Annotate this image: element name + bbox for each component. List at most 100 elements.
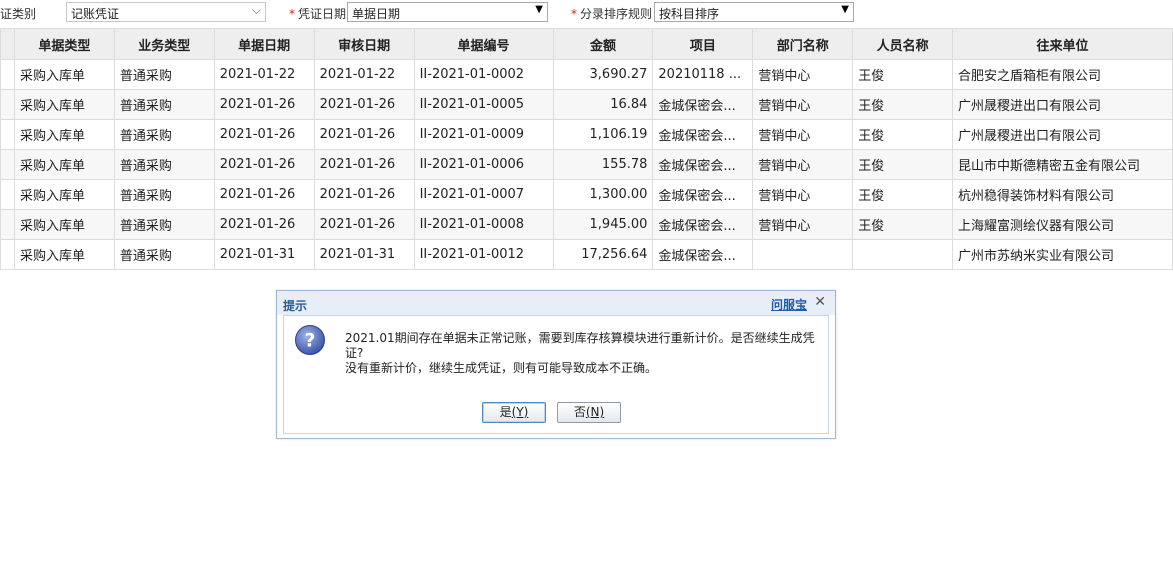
- table-cell: 采购入库单: [13, 59, 115, 90]
- table-cell: 王俊: [852, 149, 954, 180]
- required-mark: *: [571, 7, 577, 21]
- table-cell: 1,300.00: [552, 179, 654, 210]
- voucher-type-select[interactable]: 记账凭证 ⌵: [66, 2, 266, 22]
- sort-rule-select[interactable]: 按科目排序 ▼: [654, 2, 854, 22]
- table-cell: [852, 239, 954, 270]
- dialog-message: 2021.01期间存在单据未正常记账，需要到库存核算模块进行重新计价。是否继续生…: [345, 331, 815, 376]
- table-cell: 采购入库单: [13, 119, 115, 150]
- dropdown-arrow-icon: ▼: [841, 4, 849, 15]
- table-cell: 金城保密会...: [652, 89, 754, 120]
- dialog-header: 提示 问服宝 ✕: [277, 291, 835, 315]
- column-header[interactable]: 单据类型: [13, 28, 115, 60]
- documents-table: 单据类型 业务类型 单据日期 审核日期 单据编号 金额 项目 部门名称 人员名称…: [0, 28, 1173, 270]
- table-row[interactable]: 采购入库单 普通采购 2021-01-26 2021-01-26 II-2021-01-…: [0, 179, 1173, 210]
- table-cell: II-2021-01-0007: [413, 179, 554, 210]
- column-header[interactable]: 业务类型: [113, 28, 215, 60]
- column-header[interactable]: 单据日期: [213, 28, 315, 60]
- column-header[interactable]: 往来单位: [952, 28, 1173, 60]
- table-cell: 2021-01-26: [213, 209, 315, 240]
- table-cell: 2021-01-26: [213, 89, 315, 120]
- table-cell: 广州市苏纳米实业有限公司: [952, 239, 1173, 270]
- column-header[interactable]: 金额: [552, 28, 654, 60]
- table-cell: 普通采购: [113, 149, 215, 180]
- table-row[interactable]: 采购入库单 普通采购 2021-01-26 2021-01-26 II-2021-01-…: [0, 89, 1173, 120]
- table-cell: 2021-01-26: [313, 89, 415, 120]
- table-cell: 合肥安之盾箱柜有限公司: [952, 59, 1173, 90]
- table-cell: 广州晟稷进出口有限公司: [952, 119, 1173, 150]
- table-cell: II-2021-01-0009: [413, 119, 554, 150]
- dialog-body: ? 2021.01期间存在单据未正常记账，需要到库存核算模块进行重新计价。是否继…: [283, 315, 829, 434]
- column-header[interactable]: 项目: [652, 28, 754, 60]
- table-cell: 2021-01-26: [213, 179, 315, 210]
- table-cell: 3,690.27: [552, 59, 654, 90]
- row-selector[interactable]: [0, 119, 15, 150]
- table-cell: 2021-01-26: [313, 179, 415, 210]
- table-row[interactable]: 采购入库单 普通采购 2021-01-22 2021-01-22 II-2021-01-…: [0, 59, 1173, 90]
- table-cell: 普通采购: [113, 209, 215, 240]
- table-cell: 金城保密会...: [652, 119, 754, 150]
- chevron-down-icon: ⌵: [251, 3, 261, 17]
- table-cell: 金城保密会...: [652, 239, 754, 270]
- row-selector[interactable]: [0, 59, 15, 90]
- close-icon[interactable]: ✕: [814, 294, 826, 310]
- table-cell: 营销中心: [752, 209, 854, 240]
- voucher-date-value: 单据日期: [352, 7, 401, 21]
- row-selector[interactable]: [0, 179, 15, 210]
- table-header-row: 单据类型 业务类型 单据日期 审核日期 单据编号 金额 项目 部门名称 人员名称…: [0, 28, 1173, 60]
- table-cell: 普通采购: [113, 119, 215, 150]
- table-cell: 采购入库单: [13, 149, 115, 180]
- sort-rule-label: * 分录排序规则: [571, 7, 653, 21]
- table-row[interactable]: 采购入库单 普通采购 2021-01-26 2021-01-26 II-2021-01-…: [0, 149, 1173, 180]
- table-cell: 2021-01-31: [213, 239, 315, 270]
- table-cell: 上海耀富测绘仪器有限公司: [952, 209, 1173, 240]
- table-cell: 王俊: [852, 59, 954, 90]
- table-cell: 20210118 ...: [652, 59, 754, 90]
- row-selector[interactable]: [0, 149, 15, 180]
- table-cell: 杭州稳得装饰材料有限公司: [952, 179, 1173, 210]
- table-row[interactable]: 采购入库单 普通采购 2021-01-26 2021-01-26 II-2021-01-…: [0, 119, 1173, 150]
- table-cell: 2021-01-26: [213, 119, 315, 150]
- filter-bar: 证类别 记账凭证 ⌵ * 凭证日期 单据日期 ▼ * 分录排序规则 按科目排序 ▼: [0, 0, 1173, 26]
- table-cell: 17,256.64: [552, 239, 654, 270]
- confirm-dialog: 提示 问服宝 ✕ ? 2021.01期间存在单据未正常记账，需要到库存核算模块进…: [276, 290, 836, 439]
- table-cell: 普通采购: [113, 179, 215, 210]
- help-link[interactable]: 问服宝: [771, 296, 807, 313]
- sort-rule-value: 按科目排序: [659, 7, 720, 21]
- table-cell: 营销中心: [752, 59, 854, 90]
- column-header[interactable]: 部门名称: [752, 28, 854, 60]
- table-cell: 王俊: [852, 179, 954, 210]
- table-cell: 金城保密会...: [652, 149, 754, 180]
- table-cell: 采购入库单: [13, 179, 115, 210]
- voucher-type-value: 记账凭证: [71, 7, 120, 21]
- table-cell: 1,945.00: [552, 209, 654, 240]
- row-selector[interactable]: [0, 89, 15, 120]
- table-cell: II-2021-01-0005: [413, 89, 554, 120]
- table-cell: 普通采购: [113, 239, 215, 270]
- table-row[interactable]: 采购入库单 普通采购 2021-01-31 2021-01-31 II-2021-01-…: [0, 239, 1173, 270]
- table-cell: 2021-01-22: [213, 59, 315, 90]
- column-header[interactable]: 人员名称: [852, 28, 954, 60]
- table-row[interactable]: 采购入库单 普通采购 2021-01-26 2021-01-26 II-2021-01-…: [0, 209, 1173, 240]
- table-cell: II-2021-01-0006: [413, 149, 554, 180]
- row-selector[interactable]: [0, 239, 15, 270]
- table-cell: 营销中心: [752, 179, 854, 210]
- column-header[interactable]: 单据编号: [413, 28, 554, 60]
- voucher-date-select[interactable]: 单据日期 ▼: [347, 2, 548, 22]
- table-cell: 营销中心: [752, 119, 854, 150]
- table-cell: [752, 239, 854, 270]
- voucher-date-label: * 凭证日期: [289, 7, 347, 21]
- yes-button[interactable]: 是(Y): [482, 402, 546, 423]
- table-cell: 金城保密会...: [652, 179, 754, 210]
- table-cell: 2021-01-26: [313, 149, 415, 180]
- dialog-message-line: 2021.01期间存在单据未正常记账，需要到库存核算模块进行重新计价。是否继续生…: [345, 331, 815, 360]
- table-cell: 采购入库单: [13, 209, 115, 240]
- column-header[interactable]: 审核日期: [313, 28, 415, 60]
- row-selector[interactable]: [0, 209, 15, 240]
- table-cell: 金城保密会...: [652, 209, 754, 240]
- voucher-type-label: 证类别: [0, 7, 37, 21]
- table-cell: 营销中心: [752, 149, 854, 180]
- table-cell: 王俊: [852, 209, 954, 240]
- table-cell: 昆山市中斯德精密五金有限公司: [952, 149, 1173, 180]
- table-cell: 营销中心: [752, 89, 854, 120]
- no-button[interactable]: 否(N): [557, 402, 621, 423]
